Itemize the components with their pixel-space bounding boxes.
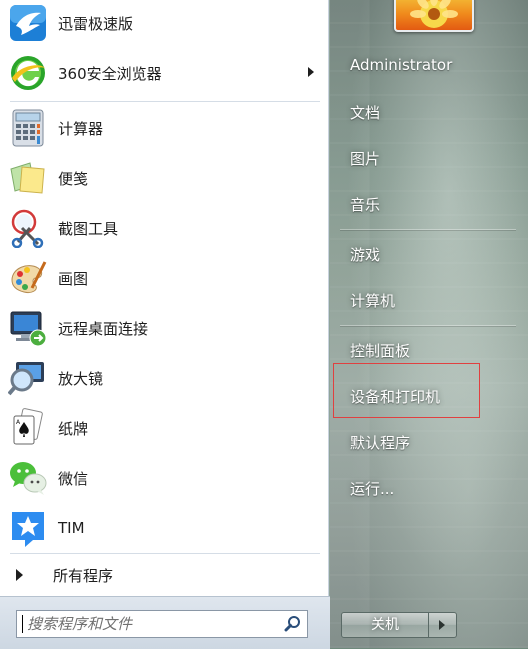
- program-item-360-browser[interactable]: 360安全浏览器: [4, 50, 326, 96]
- program-label: 360安全浏览器: [58, 64, 162, 83]
- program-label: 远程桌面连接: [58, 319, 149, 338]
- program-label: 放大镜: [58, 369, 104, 388]
- all-programs-label: 所有程序: [53, 566, 114, 585]
- computer-link[interactable]: 计算机: [350, 290, 395, 311]
- program-item-paint[interactable]: 画图: [4, 255, 326, 301]
- games-link[interactable]: 游戏: [350, 244, 380, 265]
- divider: [340, 325, 516, 326]
- highlight-annotation: [333, 363, 480, 418]
- program-label: 纸牌: [58, 419, 89, 438]
- program-label: 截图工具: [58, 219, 119, 238]
- triangle-right-icon: [16, 569, 23, 581]
- shutdown-button[interactable]: 关机: [341, 612, 429, 638]
- program-label: 计算器: [58, 119, 104, 138]
- program-item-sticky-notes[interactable]: 便笺: [4, 155, 326, 201]
- sticky-notes-icon: [8, 158, 48, 198]
- start-menu-left-pane: 迅雷极速版 360安全浏览器 计算器 便笺 截图工具 画图 远程桌面连接 放大镜…: [0, 0, 330, 649]
- program-item-wechat[interactable]: 微信: [4, 455, 326, 501]
- wechat-icon: [8, 458, 48, 498]
- program-label: 画图: [58, 269, 89, 288]
- program-item-tim[interactable]: TIM: [4, 505, 326, 551]
- search-input[interactable]: [27, 615, 267, 633]
- snipping-tool-icon: [8, 208, 48, 248]
- program-list: 迅雷极速版 360安全浏览器 计算器 便笺 截图工具 画图 远程桌面连接 放大镜…: [0, 0, 329, 596]
- default-programs-link[interactable]: 默认程序: [350, 432, 410, 453]
- shutdown-options-button[interactable]: [429, 612, 457, 638]
- divider: [10, 101, 320, 102]
- submenu-arrow-icon[interactable]: [308, 67, 314, 77]
- magnifier-icon: [8, 358, 48, 398]
- program-item-calculator[interactable]: 计算器: [4, 105, 326, 151]
- tim-icon: [8, 508, 48, 548]
- program-item-solitaire[interactable]: A 纸牌: [4, 405, 326, 451]
- user-picture[interactable]: [394, 0, 474, 32]
- search-box[interactable]: [16, 610, 308, 638]
- calculator-icon: [8, 108, 48, 148]
- control-panel-link[interactable]: 控制面板: [350, 340, 410, 361]
- program-label: TIM: [58, 519, 85, 537]
- remote-desktop-icon: [8, 308, 48, 348]
- documents-link[interactable]: 文档: [350, 102, 380, 123]
- run-link[interactable]: 运行...: [350, 478, 394, 499]
- xunlei-bird-icon: [8, 3, 48, 43]
- program-item-magnifier[interactable]: 放大镜: [4, 355, 326, 401]
- all-programs-button[interactable]: 所有程序: [0, 556, 329, 594]
- search-icon[interactable]: [284, 615, 302, 637]
- program-item-snipping-tool[interactable]: 截图工具: [4, 205, 326, 251]
- pictures-link[interactable]: 图片: [350, 148, 380, 169]
- start-menu-right-pane: [330, 0, 528, 648]
- program-label: 便笺: [58, 169, 89, 188]
- paint-palette-icon: [8, 258, 48, 298]
- program-label: 微信: [58, 469, 89, 488]
- 360-browser-icon: [8, 53, 48, 93]
- program-item-remote-desktop[interactable]: 远程桌面连接: [4, 305, 326, 351]
- music-link[interactable]: 音乐: [350, 194, 380, 215]
- program-label: 迅雷极速版: [58, 14, 134, 33]
- user-folder-link[interactable]: Administrator: [350, 56, 452, 74]
- divider: [340, 229, 516, 230]
- program-item-xunlei[interactable]: 迅雷极速版: [4, 0, 326, 46]
- divider: [10, 553, 320, 554]
- text-caret: [22, 615, 23, 633]
- flower-icon: [410, 0, 458, 28]
- solitaire-card-icon: A: [8, 408, 48, 448]
